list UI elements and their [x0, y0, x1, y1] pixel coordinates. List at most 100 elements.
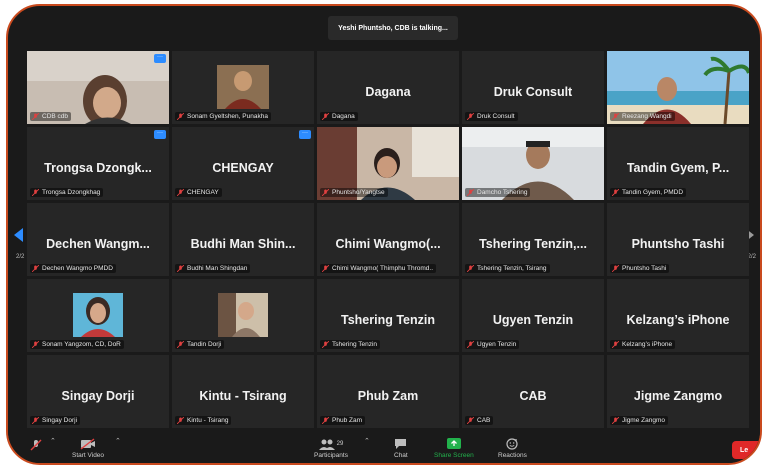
microphone-muted-icon: [32, 189, 39, 196]
participant-name: Sonam Gyeltshen, Punakha: [187, 113, 268, 120]
participant-name: Phub Zam: [332, 417, 362, 424]
participants-options-caret[interactable]: ⌃: [364, 437, 370, 445]
microphone-muted-icon: [32, 113, 39, 120]
microphone-muted-icon: [32, 265, 39, 272]
leave-button[interactable]: Le: [732, 441, 760, 459]
participant-name: Tshering Tenzin, Tsirang: [477, 265, 547, 272]
start-video-label: Start Video: [72, 452, 105, 459]
participant-display-name: Tshering Tenzin: [341, 313, 435, 327]
start-video-button[interactable]: Start Video: [72, 436, 104, 459]
participant-name-label: CDB cdb: [30, 112, 72, 121]
participant-name-label: Kelzang’s iPhone: [610, 340, 676, 349]
profile-picture: [73, 293, 123, 337]
participant-tile[interactable]: Phub Zam Phub Zam: [317, 355, 459, 428]
zoom-meeting-window: Yeshi Phuntsho, CDB is talking... 2/2 2/…: [6, 4, 762, 465]
profile-picture: [218, 293, 268, 337]
participant-name: Druk Consult: [477, 113, 515, 120]
participant-display-name: Tandin Gyem, P...: [626, 161, 730, 175]
profile-picture: [217, 65, 269, 109]
participant-name: Kelzang’s iPhone: [622, 341, 673, 348]
participant-name-label: Budhi Man Shingdan: [175, 264, 251, 273]
participant-display-name: CHENGAY: [212, 161, 274, 175]
participant-tile[interactable]: Phuntsho Tashi Phuntsho Tashi: [607, 203, 749, 276]
reactions-button[interactable]: Reactions: [498, 436, 527, 459]
participant-name: Jigme Zangmo: [622, 417, 665, 424]
participant-tile[interactable]: Reezang Wangdi: [607, 51, 749, 124]
participant-tile[interactable]: Ugyen Tenzin Ugyen Tenzin: [462, 279, 604, 352]
participant-tile[interactable]: Dechen Wangm... Dechen Wangmo PMDD: [27, 203, 169, 276]
participant-tile[interactable]: Dagana Dagana: [317, 51, 459, 124]
microphone-muted-icon: [612, 417, 619, 424]
participant-display-name: Budhi Man Shin...: [190, 237, 296, 251]
microphone-muted-icon: [177, 341, 184, 348]
participant-name: Ugyen Tenzin: [477, 341, 517, 348]
participant-name-label: Trongsa Dzongkhag: [30, 188, 104, 197]
participant-tile[interactable]: ··· Trongsa Dzongk... Trongsa Dzongkhag: [27, 127, 169, 200]
participant-tile[interactable]: Sonam Gyeltshen, Punakha: [172, 51, 314, 124]
participant-tile[interactable]: Damcho Tshering: [462, 127, 604, 200]
microphone-muted-icon: [32, 417, 39, 424]
share-screen-button[interactable]: Share Screen: [434, 436, 474, 459]
active-speaker-banner: Yeshi Phuntsho, CDB is talking...: [328, 16, 458, 40]
smiley-icon: [506, 438, 518, 450]
microphone-muted-icon: [177, 417, 184, 424]
unmute-button[interactable]: [30, 437, 42, 453]
participant-tile[interactable]: Singay Dorji Singay Dorji: [27, 355, 169, 428]
participant-tile[interactable]: Chimi Wangmo(... Chimi Wangmo( Thimphu T…: [317, 203, 459, 276]
participant-name-label: CAB: [465, 416, 494, 425]
participant-tile[interactable]: Jigme Zangmo Jigme Zangmo: [607, 355, 749, 428]
participant-name: Trongsa Dzongkhag: [42, 189, 101, 196]
participant-display-name: Chimi Wangmo(...: [335, 237, 441, 251]
participant-name: CAB: [477, 417, 491, 424]
participant-name: Phuntsho Tashi: [622, 265, 667, 272]
video-options-caret[interactable]: ⌃: [115, 437, 121, 445]
chat-button[interactable]: Chat: [394, 436, 408, 459]
participants-label: Participants: [314, 452, 348, 459]
participant-tile[interactable]: Sonam Yangzom, CD, DoR: [27, 279, 169, 352]
microphone-muted-icon: [177, 113, 184, 120]
participant-tile[interactable]: CAB CAB: [462, 355, 604, 428]
more-options-button[interactable]: ···: [299, 130, 311, 139]
microphone-muted-icon: [322, 189, 329, 196]
participant-tile[interactable]: Phuntsho/Yangtse: [317, 127, 459, 200]
participant-tile[interactable]: Budhi Man Shin... Budhi Man Shingdan: [172, 203, 314, 276]
participants-button[interactable]: 29 Participants: [314, 436, 348, 459]
participant-name: Damcho Tshering: [477, 189, 528, 196]
participant-tile[interactable]: Tandin Dorji: [172, 279, 314, 352]
audio-options-caret[interactable]: ⌃: [50, 437, 56, 445]
participant-tile[interactable]: Tandin Gyem, P... Tandin Gyem, PMDD: [607, 127, 749, 200]
participant-name-label: Tshering Tenzin, Tsirang: [465, 264, 550, 273]
more-options-button[interactable]: ···: [154, 54, 166, 63]
participant-name-label: Phuntsho/Yangtse: [320, 188, 388, 197]
participants-icon: [318, 439, 335, 450]
participant-tile[interactable]: Kelzang’s iPhone Kelzang’s iPhone: [607, 279, 749, 352]
microphone-muted-icon: [322, 113, 329, 120]
participant-name-label: Tandin Dorji: [175, 340, 225, 349]
more-options-button[interactable]: ···: [154, 130, 166, 139]
participant-name-label: Phub Zam: [320, 416, 365, 425]
participant-display-name: Tshering Tenzin,...: [479, 237, 587, 251]
participant-name: Sonam Yangzom, CD, DoR: [42, 341, 121, 348]
screenshot-frame: Yeshi Phuntsho, CDB is talking... 2/2 2/…: [0, 0, 768, 468]
share-screen-label: Share Screen: [434, 452, 474, 459]
participant-name-label: Dagana: [320, 112, 358, 121]
participant-display-name: Singay Dorji: [61, 389, 135, 403]
microphone-muted-icon: [467, 417, 474, 424]
participant-tile[interactable]: Tshering Tenzin,... Tshering Tenzin, Tsi…: [462, 203, 604, 276]
participant-tile[interactable]: ··· CDB cdb: [27, 51, 169, 124]
chat-label: Chat: [394, 452, 408, 459]
participant-name: CDB cdb: [42, 113, 69, 120]
participant-tile[interactable]: ··· CHENGAY CHENGAY: [172, 127, 314, 200]
microphone-muted-icon: [30, 439, 42, 451]
participant-grid: ··· CDB cdb Sonam Gyeltshen, Punakha Dag…: [27, 51, 749, 433]
participant-name-label: Singay Dorji: [30, 416, 81, 425]
participant-tile[interactable]: Tshering Tenzin Tshering Tenzin: [317, 279, 459, 352]
participant-tile[interactable]: Druk Consult Druk Consult: [462, 51, 604, 124]
microphone-muted-icon: [322, 417, 329, 424]
microphone-muted-icon: [467, 341, 474, 348]
participant-name: Kintu - Tsirang: [187, 417, 229, 424]
previous-page-button[interactable]: [14, 228, 24, 247]
participant-display-name: Phub Zam: [357, 389, 419, 403]
participant-tile[interactable]: Kintu - Tsirang Kintu - Tsirang: [172, 355, 314, 428]
participant-name: Budhi Man Shingdan: [187, 265, 248, 272]
